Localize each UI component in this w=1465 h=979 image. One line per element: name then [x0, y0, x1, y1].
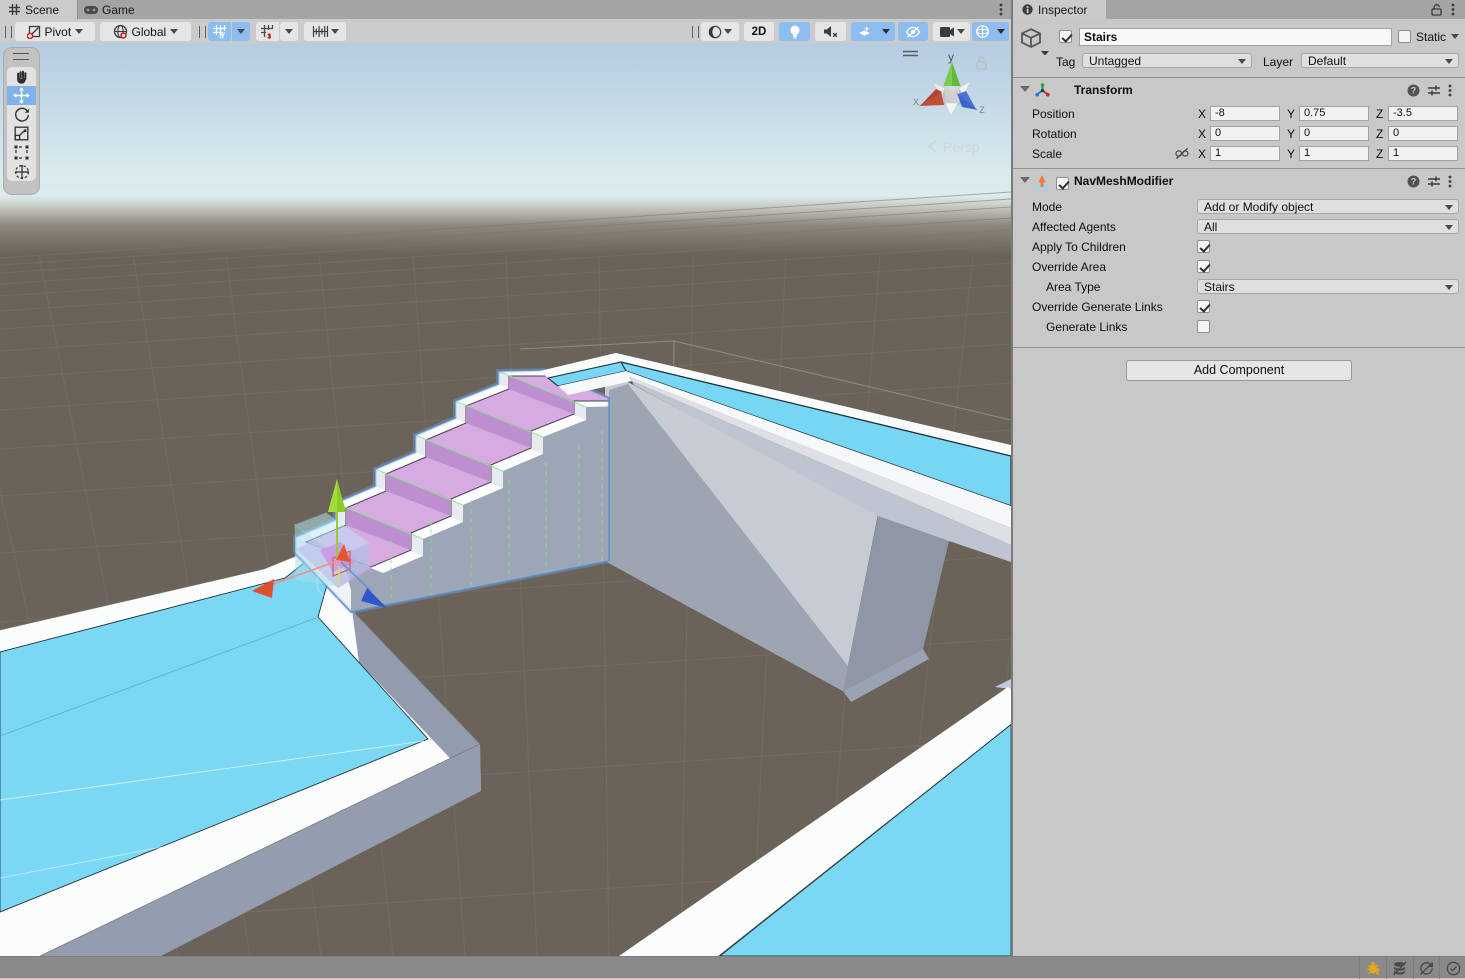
svg-text:z: z [979, 102, 985, 116]
svg-text:Persp: Persp [943, 139, 980, 155]
svg-text:x: x [913, 94, 919, 108]
svg-text:Y: Y [220, 32, 226, 40]
svg-text:?: ? [1411, 86, 1417, 96]
svg-text:y: y [948, 50, 954, 64]
svg-text:?: ? [1411, 177, 1417, 187]
